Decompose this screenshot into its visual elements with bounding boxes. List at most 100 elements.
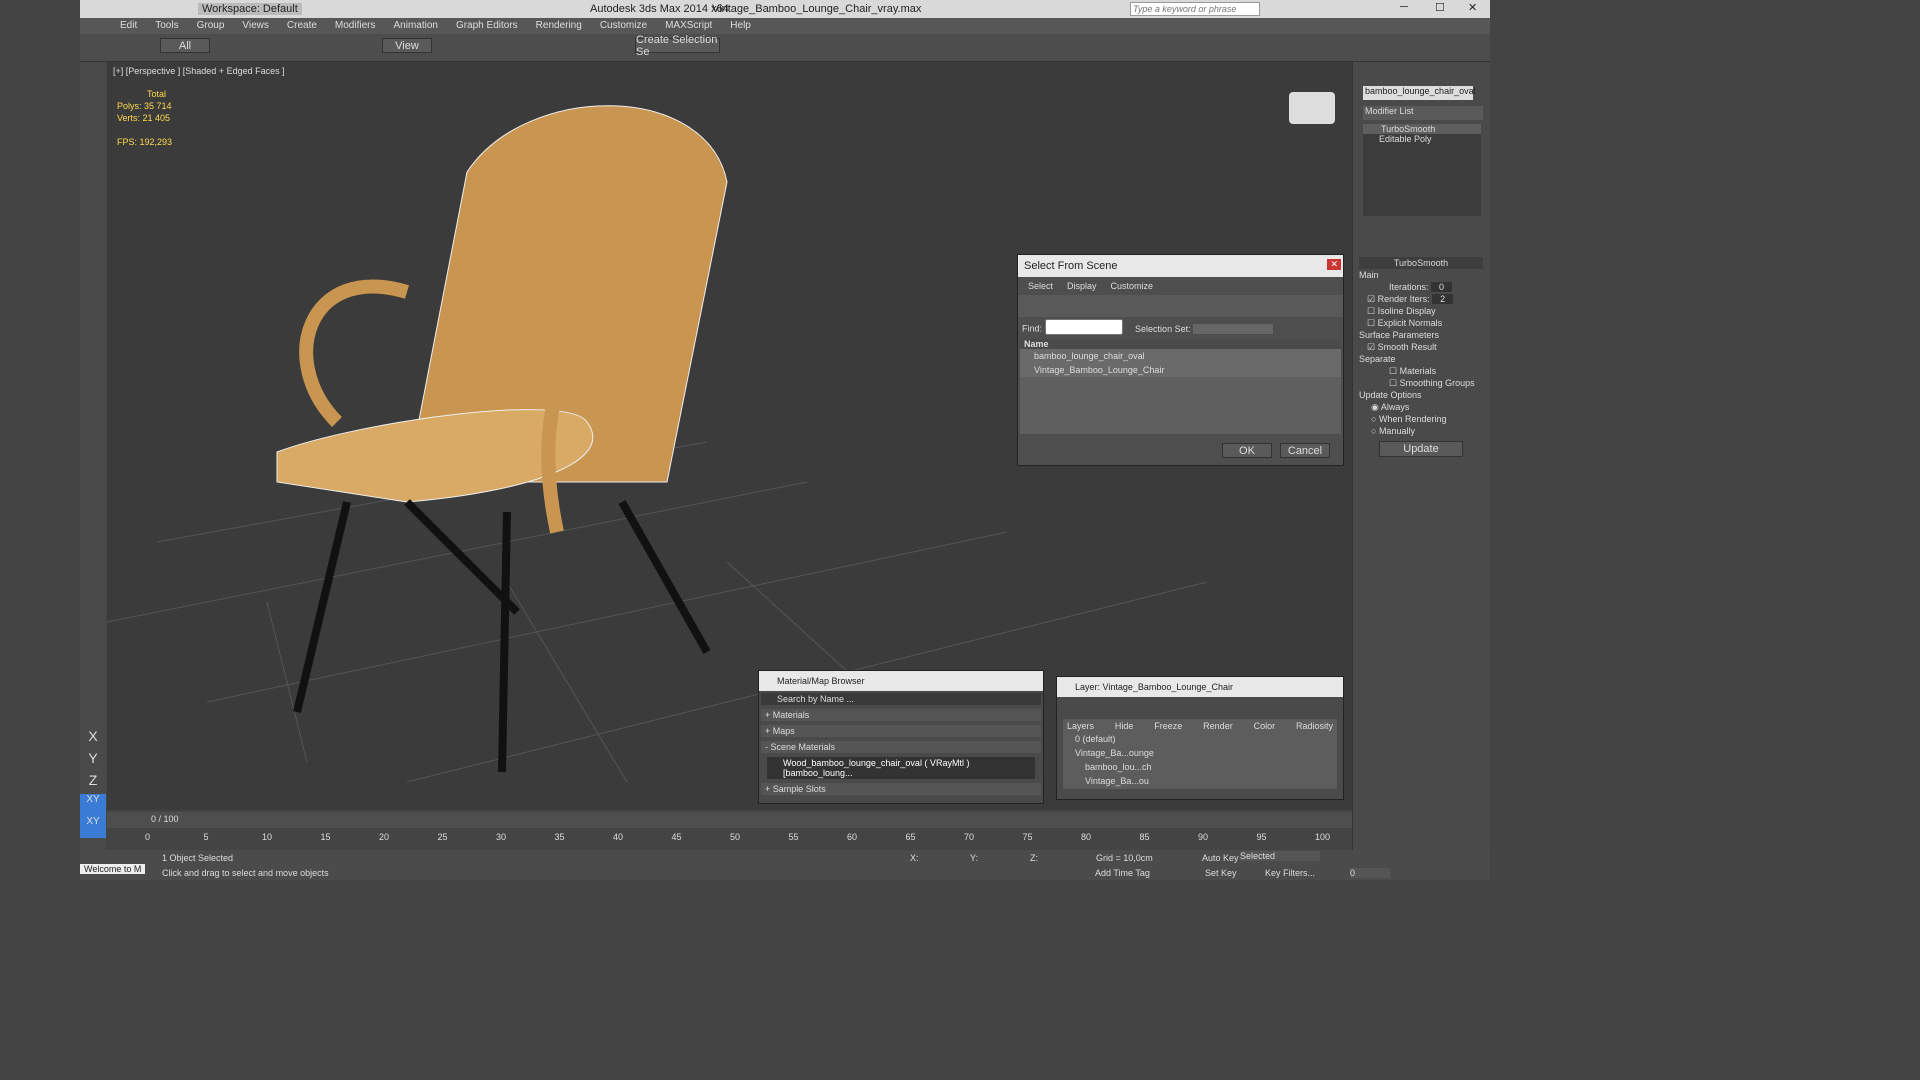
menu-item[interactable]: Animation — [393, 18, 437, 34]
timeline-tick: 10 — [262, 832, 273, 842]
layer-column-header[interactable]: Radiosity — [1296, 721, 1333, 731]
materials-checkbox[interactable]: ☐ Materials — [1359, 365, 1483, 377]
minimize-button[interactable]: ─ — [1400, 1, 1408, 13]
time-slider[interactable]: 0 / 100 — [107, 812, 1352, 828]
maps-group[interactable]: + Maps — [761, 725, 1041, 737]
timeline-tick: 100 — [1315, 832, 1331, 842]
ok-button[interactable]: OK — [1222, 443, 1272, 458]
manually-radio[interactable]: ○ Manually — [1359, 425, 1483, 437]
axis-constraint-button[interactable]: X — [80, 728, 106, 750]
layer-column-header[interactable]: Hide — [1115, 721, 1134, 731]
material-item[interactable]: Wood_bamboo_lounge_chair_oval ( VRayMtl … — [767, 757, 1035, 779]
menu-item[interactable]: Graph Editors — [456, 18, 518, 34]
name-column-header[interactable]: Name — [1020, 339, 1341, 349]
always-radio[interactable]: ◉ Always — [1359, 401, 1483, 413]
list-item[interactable]: bamboo_lounge_chair_oval — [1020, 349, 1341, 363]
reference-coord-dropdown[interactable]: View — [382, 38, 432, 53]
material-map-browser: Material/Map Browser Search by Name ... … — [758, 670, 1044, 804]
axis-constraint-button[interactable]: Y — [80, 750, 106, 772]
menu-item[interactable]: Views — [242, 18, 269, 34]
material-search-input[interactable]: Search by Name ... — [761, 693, 1041, 705]
layer-column-header[interactable]: Freeze — [1154, 721, 1182, 731]
timeline-tick: 60 — [847, 832, 858, 842]
stack-item-turbosmooth[interactable]: TurboSmooth — [1363, 124, 1481, 134]
axis-constraint-button[interactable]: Z — [80, 772, 106, 794]
explicit-normals-checkbox[interactable]: ☐ Explicit Normals — [1359, 317, 1483, 329]
menu-item[interactable]: Create — [287, 18, 317, 34]
axis-constraint-button[interactable]: XY — [80, 794, 106, 816]
named-selection-dropdown[interactable]: Create Selection Se — [635, 34, 720, 58]
timeline-tick: 50 — [730, 832, 741, 842]
dialog-menu-item[interactable]: Customize — [1111, 281, 1154, 291]
menu-item[interactable]: Group — [197, 18, 225, 34]
isoline-checkbox[interactable]: ☐ Isoline Display — [1359, 305, 1483, 317]
command-panel: bamboo_lounge_chair_oval Modifier List T… — [1352, 62, 1490, 850]
layer-explorer: Layer: Vintage_Bamboo_Lounge_Chair Layer… — [1056, 676, 1344, 800]
timeline-tick: 90 — [1198, 832, 1209, 842]
smoothing-groups-checkbox[interactable]: ☐ Smoothing Groups — [1359, 377, 1483, 389]
update-button[interactable]: Update — [1379, 441, 1463, 457]
timeline-tick: 15 — [320, 832, 331, 842]
set-key-button[interactable]: Set Key — [1205, 868, 1237, 878]
iterations-spinner[interactable]: 0 — [1431, 282, 1453, 292]
turbosmooth-rollout: TurboSmooth Main Iterations: 0 ☑ Render … — [1359, 257, 1483, 497]
selection-filter-dropdown[interactable]: All — [160, 38, 210, 53]
menu-item[interactable]: Help — [730, 18, 751, 34]
menu-item[interactable]: Rendering — [536, 18, 582, 34]
close-icon[interactable]: ✕ — [1327, 259, 1341, 270]
main-toolbar: All View Create Selection Se — [80, 34, 1490, 62]
timeline-tick: 40 — [613, 832, 624, 842]
menu-item[interactable]: Edit — [120, 18, 137, 34]
menu-item[interactable]: Tools — [155, 18, 178, 34]
layer-row[interactable]: 0 (default) — [1063, 733, 1337, 747]
layer-row[interactable]: Vintage_Ba...ounge — [1063, 747, 1337, 761]
materials-group[interactable]: + Materials — [761, 709, 1041, 721]
status-bar: Welcome to M 1 Object Selected Click and… — [80, 850, 1490, 880]
render-iters-spinner[interactable]: 2 — [1432, 294, 1454, 304]
timeline-tick: 95 — [1256, 832, 1267, 842]
scene-list: Name bamboo_lounge_chair_oval Vintage_Ba… — [1020, 339, 1341, 434]
timeline-tick: 55 — [788, 832, 799, 842]
key-mode-dropdown[interactable]: Selected — [1240, 851, 1320, 861]
layer-column-header[interactable]: Color — [1254, 721, 1276, 731]
auto-key-button[interactable]: Auto Key — [1202, 853, 1239, 863]
track-bar[interactable]: 0 5 10 15 20 25 30 35 40 45 50 55 60 65 70 75 80 85 90 95 10… — [145, 830, 1345, 846]
cancel-button[interactable]: Cancel — [1280, 443, 1330, 458]
object-name-field[interactable]: bamboo_lounge_chair_oval — [1363, 86, 1476, 100]
timeline-tick: 0 — [145, 832, 151, 842]
key-filters-button[interactable]: Key Filters... — [1265, 868, 1315, 878]
viewcube[interactable] — [1289, 92, 1335, 124]
title-bar: Workspace: Default Autodesk 3ds Max 2014… — [80, 0, 1490, 18]
menu-item[interactable]: Modifiers — [335, 18, 376, 34]
file-title: Vintage_Bamboo_Lounge_Chair_vray.max — [712, 3, 922, 15]
maximize-button[interactable]: ☐ — [1435, 1, 1445, 14]
find-input[interactable] — [1044, 319, 1123, 335]
timeline-tick: 70 — [964, 832, 975, 842]
smooth-result-checkbox[interactable]: ☑ Smooth Result — [1359, 341, 1483, 353]
stack-item-editable-poly[interactable]: Editable Poly — [1363, 134, 1481, 144]
dialog-menu-item[interactable]: Select — [1028, 281, 1053, 291]
search-input[interactable] — [1130, 2, 1260, 16]
layer-row[interactable]: bamboo_lou...ch — [1063, 761, 1337, 775]
selection-set-dropdown[interactable] — [1193, 324, 1274, 335]
maxscript-listener[interactable]: Welcome to M — [80, 864, 146, 874]
scene-materials-group[interactable]: - Scene Materials — [761, 741, 1041, 753]
timeline-tick: 30 — [496, 832, 507, 842]
app-title: Autodesk 3ds Max 2014 x64 — [590, 3, 729, 15]
select-from-scene-dialog: Select From Scene ✕ Select Display Customi… — [1017, 254, 1344, 466]
current-frame-field[interactable]: 0 — [1350, 868, 1390, 878]
sample-slots-group[interactable]: + Sample Slots — [761, 783, 1041, 795]
layer-column-header[interactable]: Layers — [1067, 721, 1094, 731]
dialog-menu-item[interactable]: Display — [1067, 281, 1097, 291]
workspace-dropdown[interactable]: Workspace: Default — [198, 3, 302, 15]
layer-column-header[interactable]: Render — [1203, 721, 1233, 731]
menu-item[interactable]: Customize — [600, 18, 647, 34]
when-rendering-radio[interactable]: ○ When Rendering — [1359, 413, 1483, 425]
modifier-list-dropdown[interactable]: Modifier List — [1363, 106, 1483, 120]
layer-row[interactable]: Vintage_Ba...ou — [1063, 775, 1337, 789]
axis-constraint-button[interactable]: XY — [80, 816, 106, 838]
list-item[interactable]: Vintage_Bamboo_Lounge_Chair — [1020, 363, 1341, 377]
close-button[interactable]: ✕ — [1468, 1, 1477, 14]
timeline-tick: 80 — [1081, 832, 1092, 842]
menu-item[interactable]: MAXScript — [665, 18, 712, 34]
